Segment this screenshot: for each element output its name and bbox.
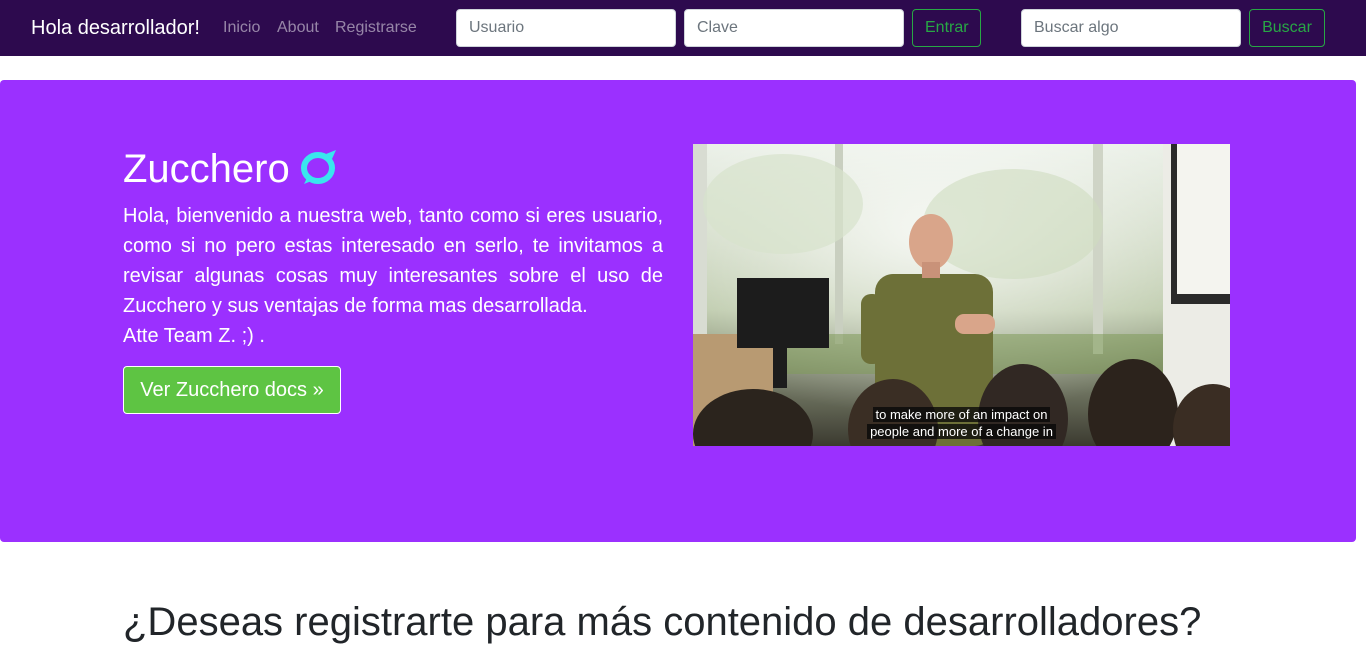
nav-link-about[interactable]: About: [277, 19, 319, 37]
video-frame: [693, 144, 1230, 446]
navbar: Hola desarrollador! Inicio About Registr…: [0, 0, 1366, 56]
navbar-brand[interactable]: Hola desarrollador!: [31, 17, 200, 39]
hero-signature: Atte Team Z. ;) .: [123, 325, 265, 347]
search-button[interactable]: Buscar: [1249, 9, 1325, 47]
video-player[interactable]: to make more of an impact on people and …: [693, 144, 1230, 446]
docs-button[interactable]: Ver Zucchero docs »: [123, 366, 341, 414]
nav-link-inicio[interactable]: Inicio: [223, 19, 260, 37]
zucchero-logo-icon: [298, 146, 340, 190]
hero-description: Hola, bienvenido a nuestra web, tanto co…: [123, 205, 663, 317]
hero-title: Zucchero: [123, 147, 290, 191]
password-input[interactable]: [684, 9, 904, 47]
login-button[interactable]: Entrar: [912, 9, 981, 47]
nav-link-registrarse[interactable]: Registrarse: [335, 19, 417, 37]
username-input[interactable]: [456, 9, 676, 47]
video-caption-line-2: people and more of a change in: [693, 423, 1230, 440]
video-caption-line-1: to make more of an impact on: [693, 406, 1230, 423]
register-heading: ¿Deseas registrarte para más contenido d…: [123, 600, 1202, 644]
search-input[interactable]: [1021, 9, 1241, 47]
